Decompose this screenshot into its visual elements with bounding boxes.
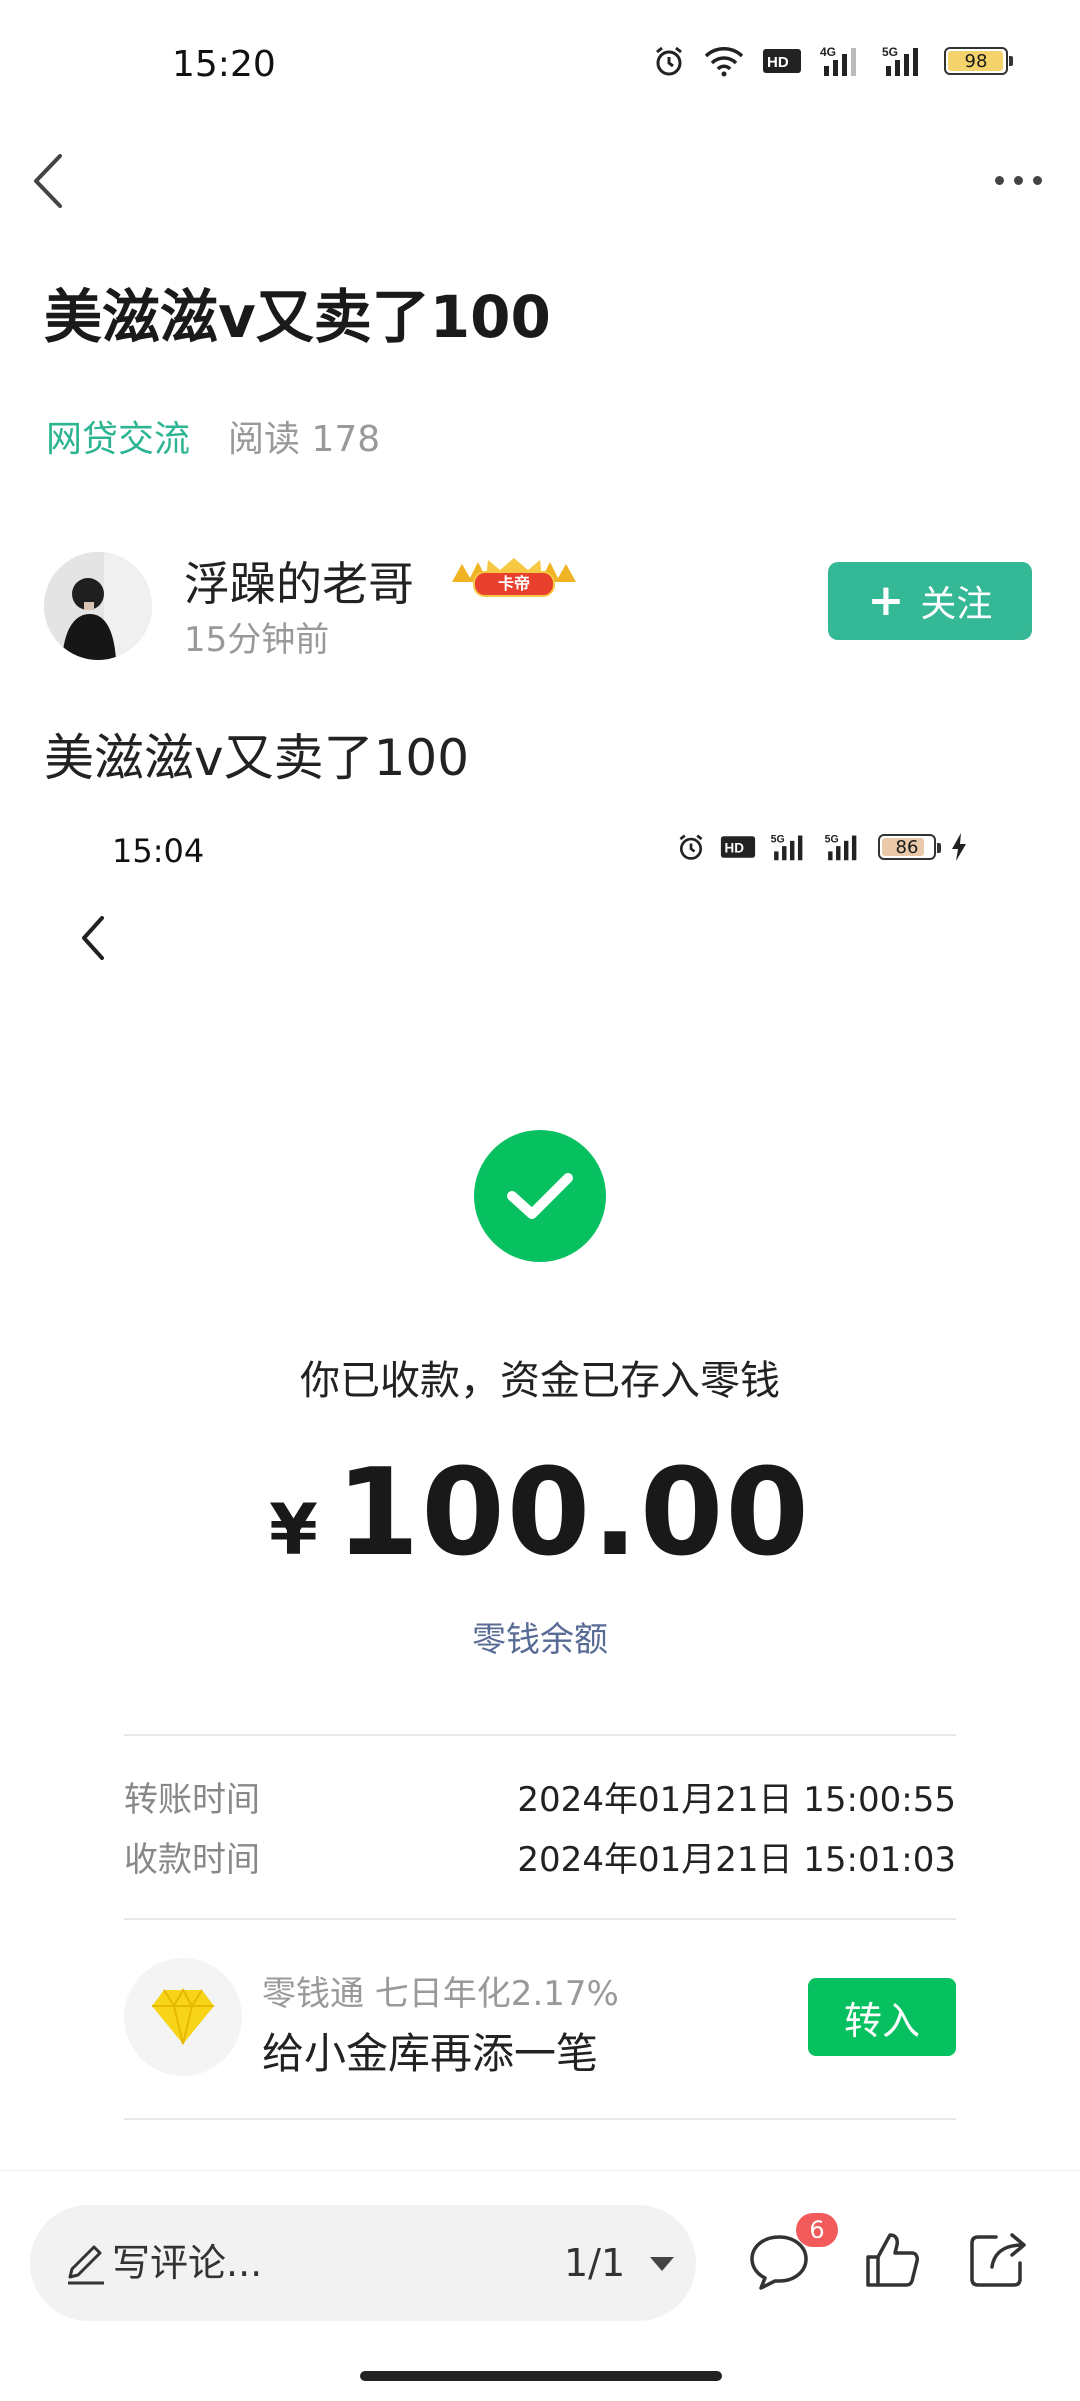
back-arrow-icon <box>82 916 104 960</box>
currency-symbol: ¥ <box>269 1489 318 1571</box>
status-time: 15:20 <box>172 44 276 85</box>
image-battery-level: 86 <box>895 836 919 858</box>
bottom-action-bar: 写评论... 1/1 6 <box>0 2170 1080 2401</box>
signal-5g-icon: 5G <box>771 834 803 861</box>
promo-subtitle: 零钱通 七日年化2.17% <box>262 1974 619 2014</box>
post-body: 美滋滋v又卖了100 <box>44 729 470 787</box>
follow-button[interactable]: + 关注 <box>828 562 1032 640</box>
svg-text:5G: 5G <box>825 834 839 846</box>
hd-icon: HD <box>720 836 756 858</box>
badge-text: 卡帝 <box>498 574 530 593</box>
dropdown-icon[interactable] <box>648 2255 676 2273</box>
success-check-icon <box>474 1130 606 1262</box>
battery-icon: 98 <box>944 47 1013 75</box>
author-name[interactable]: 浮躁的老哥 <box>184 548 414 614</box>
share-icon[interactable] <box>968 2229 1028 2289</box>
comment-placeholder: 写评论... <box>112 2241 263 2285</box>
balance-link: 零钱余额 <box>472 1620 608 1660</box>
transfer-in-button: 转入 <box>808 1978 956 2056</box>
post-meta: 网贷交流 阅读 178 <box>46 410 380 462</box>
user-rank-badge: 卡帝 <box>448 556 580 600</box>
svg-text:4G: 4G <box>820 45 836 59</box>
charging-icon <box>952 833 966 861</box>
post-time: 15分钟前 <box>184 620 330 660</box>
avatar-photo <box>44 552 152 660</box>
svg-text:HD: HD <box>725 840 745 855</box>
hd-icon: HD <box>763 49 801 73</box>
image-status-time: 15:04 <box>112 832 205 870</box>
image-status-icons: HD 5G 5G 86 <box>676 832 968 862</box>
svg-text:5G: 5G <box>882 45 898 59</box>
receive-time-label: 收款时间 <box>124 1840 260 1880</box>
divider <box>124 1918 956 1920</box>
follow-label: 关注 <box>920 584 993 625</box>
image-back-arrow <box>74 910 114 966</box>
more-options-button[interactable] <box>978 160 1058 200</box>
svg-text:HD: HD <box>767 54 789 71</box>
amount-value: 100.00 <box>335 1444 811 1583</box>
more-dots-icon <box>994 175 1004 185</box>
divider <box>124 1734 956 1736</box>
comment-count-badge: 6 <box>796 2213 838 2247</box>
author-avatar[interactable] <box>44 552 152 660</box>
diamond-icon <box>124 1958 242 2076</box>
signal-5g-icon: 5G <box>882 45 918 76</box>
post-category-tag[interactable]: 网贷交流 <box>46 410 190 462</box>
like-icon[interactable] <box>864 2231 920 2289</box>
comment-input[interactable]: 写评论... 1/1 <box>30 2205 696 2321</box>
back-button[interactable] <box>22 148 82 214</box>
battery-level: 98 <box>964 50 988 72</box>
promo-title: 给小金库再添一笔 <box>262 2029 599 2078</box>
plus-icon: + <box>867 575 905 626</box>
svg-text:5G: 5G <box>771 834 785 846</box>
home-indicator[interactable] <box>360 2371 722 2381</box>
wifi-icon <box>704 47 744 77</box>
payment-received-message: 你已收款，资金已存入零钱 <box>300 1358 780 1404</box>
post-title: 美滋滋v又卖了100 <box>44 283 551 351</box>
signal-5g-icon: 5G <box>825 834 857 861</box>
image-battery-icon: 86 <box>878 834 941 860</box>
page-indicator[interactable]: 1/1 <box>564 2205 625 2321</box>
post-image[interactable]: 15:04 HD 5G 5G 86 你已收款，资金已存入零钱 ¥ 100.00 … <box>0 800 1080 2170</box>
transfer-time-label: 转账时间 <box>124 1780 260 1820</box>
read-count: 阅读 178 <box>228 419 381 460</box>
signal-4g-icon: 4G <box>820 45 856 76</box>
divider <box>124 2118 956 2120</box>
payment-amount: ¥ 100.00 <box>0 1444 1080 1583</box>
status-icons: HD 4G 5G 98 <box>652 44 1013 78</box>
alarm-icon <box>656 46 682 76</box>
pen-icon <box>68 2245 104 2285</box>
receive-time-value: 2024年01月21日 15:01:03 <box>517 1840 956 1880</box>
alarm-icon <box>679 834 703 860</box>
back-arrow-icon <box>34 154 62 208</box>
transfer-time-value: 2024年01月21日 15:00:55 <box>517 1780 956 1820</box>
